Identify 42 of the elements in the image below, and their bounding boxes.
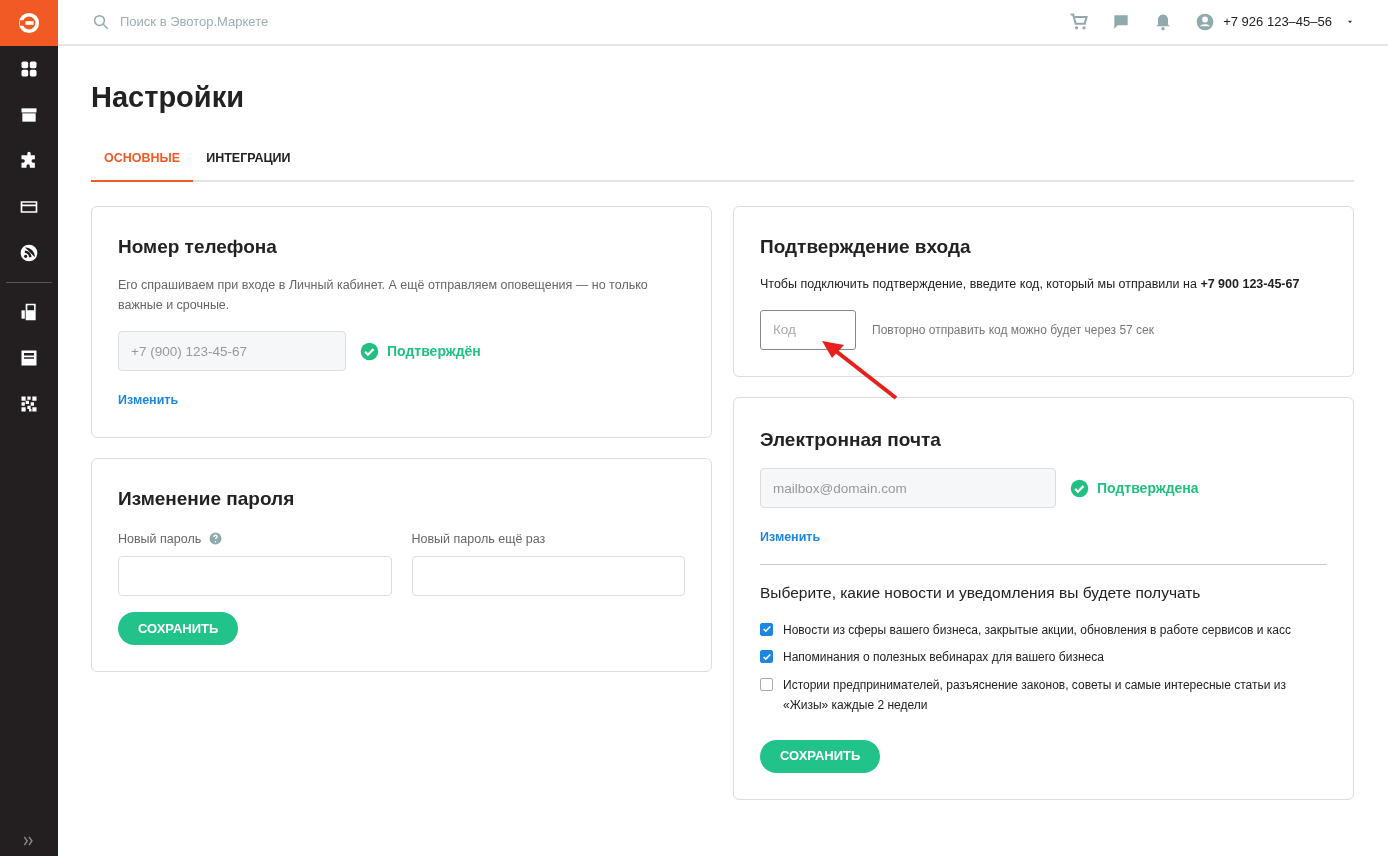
tab[interactable]: ОСНОВНЫЕ <box>91 148 194 182</box>
search-field[interactable]: Поиск в Эвотор.Маркете <box>118 11 378 33</box>
search-icon <box>92 13 110 31</box>
change-link[interactable]: Изменить <box>118 393 179 408</box>
password-field[interactable] <box>118 556 392 597</box>
cart-icon[interactable] <box>1069 12 1090 32</box>
checkbox-label: Новости из сферы вашего бизнеса, закрытые акции, обновления в работе сервисов и касс <box>783 621 1291 639</box>
verified-status: Подтверждён <box>387 341 481 361</box>
code-field[interactable]: Код <box>760 309 856 350</box>
verified-status: Подтверждена <box>1097 478 1199 498</box>
checkbox-label: Напоминания о полезных вебинарах для вашего бизнеса <box>783 649 1104 667</box>
card-title: Электронная почта <box>760 427 942 452</box>
help-icon[interactable] <box>209 532 223 546</box>
user-phone[interactable]: +7 926 123–45–56 <box>1223 12 1332 32</box>
resend-note: Повторно отправить код можно будет через 57 сек <box>872 321 1155 339</box>
card-title: Изменение пароля <box>118 487 296 512</box>
card-title: Номер телефона <box>118 234 278 259</box>
tab[interactable]: ИНТЕГРАЦИИ <box>193 148 304 182</box>
subscriptions-title: Выберите, какие новости и уведомления вы будете получать <box>760 583 1202 604</box>
checkbox-label: Истории предпринимателей, разъяснение законов, советы и самые интересные статьи из «Жизы» каждые 2 недели <box>783 677 1287 714</box>
password-field[interactable] <box>411 556 685 597</box>
logo-icon[interactable] <box>18 12 40 34</box>
card-title: Подтверждение входа <box>760 234 972 259</box>
receipt-icon[interactable] <box>19 348 39 368</box>
field-label: Новый пароль ещё раз <box>411 530 546 548</box>
field-label: Новый пароль <box>118 530 202 548</box>
save-button[interactable]: СОХРАНИТЬ <box>118 612 239 646</box>
save-button[interactable]: СОХРАНИТЬ <box>760 739 881 773</box>
caret-icon[interactable] <box>1346 18 1354 26</box>
terminal-icon[interactable] <box>19 302 39 322</box>
checkbox[interactable] <box>760 650 773 664</box>
page-title: Настройки <box>91 80 245 115</box>
checkbox[interactable] <box>760 678 773 692</box>
store-icon[interactable] <box>19 105 39 125</box>
qr-code-icon[interactable] <box>19 394 39 414</box>
checkbox[interactable] <box>760 622 773 636</box>
change-link[interactable]: Изменить <box>760 528 821 548</box>
avatar-icon[interactable] <box>1195 12 1216 32</box>
dashboard-icon[interactable] <box>19 59 39 79</box>
rss-icon[interactable] <box>19 243 39 263</box>
description: Его спрашиваем при входе в Личный кабинет. А ещё отправляем оповещения — но только важные и срочные. <box>118 277 649 315</box>
instruction: Чтобы подключить подтверждение, введите код, который мы отправили на +7 900 123-45-67 <box>760 276 1301 294</box>
